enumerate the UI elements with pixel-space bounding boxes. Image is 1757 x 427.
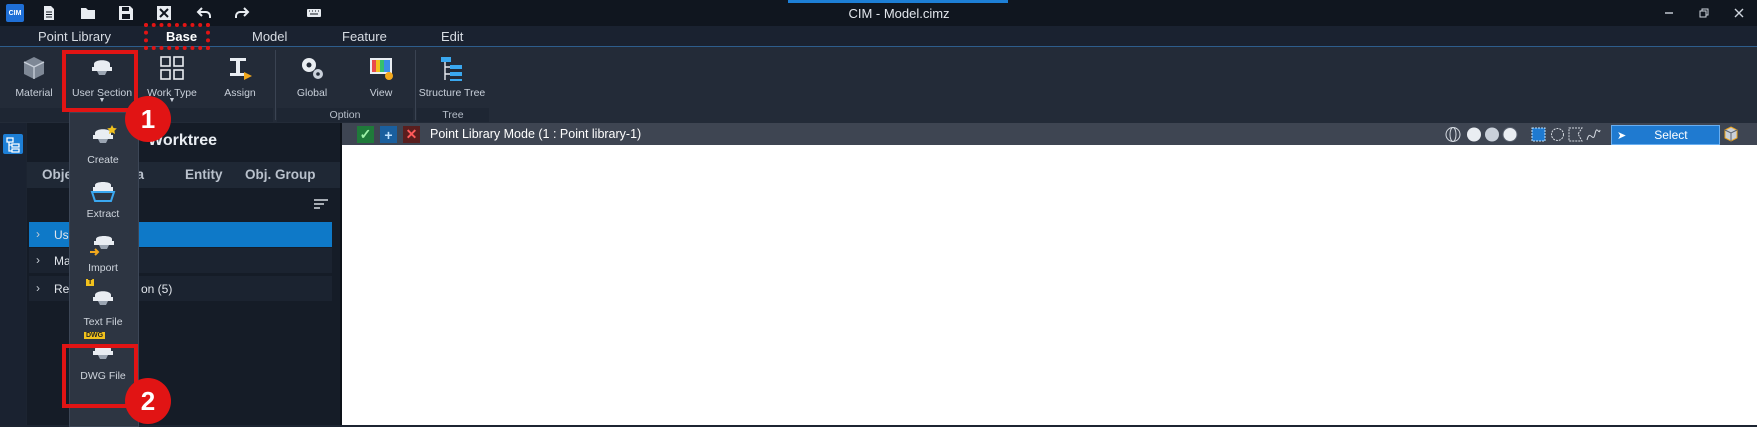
structure-tree-button[interactable]: Structure Tree (418, 52, 486, 104)
close-file-icon[interactable] (153, 3, 175, 23)
text-file-badge: T (86, 279, 95, 286)
view-button[interactable]: View (357, 52, 405, 104)
assign-label: Assign (224, 87, 256, 99)
window-title: CIM - Model.cimz (848, 6, 950, 21)
sort-icon[interactable] (313, 197, 329, 209)
annotation-base-tab-highlight (144, 23, 210, 50)
view-cube-icon[interactable] (1722, 125, 1740, 143)
material-button[interactable]: Material (10, 52, 58, 104)
confirm-check-icon[interactable]: ✓ (357, 126, 374, 143)
worktree-toggle-icon[interactable] (3, 134, 23, 154)
app-logo: CIM (6, 4, 24, 22)
work-type-icon (156, 52, 188, 84)
create-label: Create (87, 154, 119, 166)
tab-feature[interactable]: Feature (342, 29, 387, 44)
extract-section-icon (88, 176, 118, 206)
dwg-badge: DWG (84, 332, 106, 339)
freehand-select-icon[interactable] (1585, 126, 1602, 143)
extract-label: Extract (86, 208, 120, 220)
cancel-x-icon[interactable]: ✕ (403, 126, 420, 143)
mode-status-text: Point Library Mode (1 : Point library-1) (430, 127, 642, 141)
box-select-icon[interactable] (1530, 126, 1547, 143)
dropdown-arrow-icon: ▼ (168, 97, 176, 104)
text-file-label: Text File (83, 316, 123, 328)
left-dock-strip (0, 123, 26, 425)
minimize-icon[interactable] (1655, 3, 1683, 23)
save-icon[interactable] (115, 3, 137, 23)
global-gear-icon (296, 52, 328, 84)
hidden-line-sphere-icon[interactable] (1465, 126, 1483, 143)
select-label: Select (1654, 128, 1688, 142)
global-button[interactable]: Global (288, 52, 336, 104)
shaded-edge-sphere-icon[interactable] (1501, 126, 1519, 143)
select-mode-button[interactable]: ➤ Select (1611, 125, 1720, 145)
chevron-right-icon[interactable]: › (36, 253, 40, 267)
add-plus-icon[interactable]: + (380, 126, 397, 143)
material-icon (18, 52, 50, 84)
title-accent-bar (788, 0, 1008, 3)
model-viewport[interactable] (342, 145, 1757, 425)
tree-row-label: Us (54, 228, 69, 242)
tree-row-count: on (5) (141, 282, 173, 296)
ribbon-separator (415, 50, 416, 120)
structure-tree-icon (436, 52, 468, 84)
keyboard-icon[interactable] (303, 3, 325, 23)
text-file-menu-item[interactable]: T Text File (69, 278, 137, 332)
chevron-right-icon[interactable]: › (36, 227, 40, 241)
material-label: Material (15, 87, 53, 99)
tab-model[interactable]: Model (252, 29, 287, 44)
tree-row-label: Re (54, 282, 70, 296)
shaded-sphere-icon[interactable] (1483, 126, 1501, 143)
circle-select-icon[interactable] (1549, 126, 1566, 143)
open-folder-icon[interactable] (77, 3, 99, 23)
restore-icon[interactable] (1690, 3, 1718, 23)
tab-obj-group[interactable]: Obj. Group (245, 167, 316, 182)
tab-point-library[interactable]: Point Library (38, 29, 111, 44)
tab-object[interactable]: Obje (42, 167, 72, 182)
view-label: View (369, 87, 393, 99)
structure-tree-label: Structure Tree (418, 87, 486, 99)
chevron-right-icon[interactable]: › (36, 281, 40, 295)
ribbon-group-tree-label: Tree (417, 108, 489, 122)
ribbon-separator (275, 50, 276, 120)
polygon-select-icon[interactable] (1567, 126, 1584, 143)
import-section-icon (88, 230, 118, 260)
tab-entity[interactable]: Entity (185, 167, 223, 182)
view-palette-icon (365, 52, 397, 84)
import-menu-item[interactable]: Import (69, 224, 137, 278)
new-file-icon[interactable] (38, 3, 60, 23)
create-section-icon (88, 122, 118, 152)
annotation-step-1-badge: 1 (125, 96, 171, 142)
undo-icon[interactable] (193, 3, 215, 23)
ribbon-group-option-label: Option (277, 108, 413, 122)
assign-button[interactable]: Assign (216, 52, 264, 104)
text-file-section-icon: T (86, 279, 118, 314)
assign-icon (224, 52, 256, 84)
cursor-arrow-icon: ➤ (1617, 129, 1627, 142)
redo-icon[interactable] (231, 3, 253, 23)
import-label: Import (88, 262, 118, 274)
annotation-user-section-highlight (62, 50, 138, 112)
annotation-step-2-badge: 2 (125, 378, 171, 424)
wireframe-sphere-icon[interactable] (1444, 126, 1462, 143)
close-window-icon[interactable] (1725, 3, 1753, 23)
extract-menu-item[interactable]: Extract (69, 170, 137, 224)
tab-edit[interactable]: Edit (441, 29, 463, 44)
global-label: Global (296, 87, 328, 99)
